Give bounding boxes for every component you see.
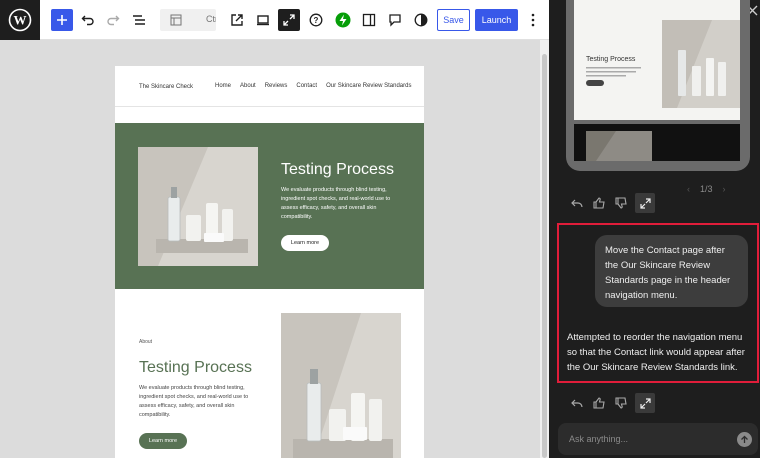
list-view-icon <box>133 15 145 25</box>
nav-item-home[interactable]: Home <box>215 83 231 89</box>
expand-button[interactable] <box>635 393 655 413</box>
fullscreen-icon <box>283 14 295 26</box>
header-navigation[interactable]: Home About Reviews Contact Our Skincare … <box>215 83 411 89</box>
chat-input[interactable]: Ask anything... <box>558 423 758 455</box>
external-link-icon <box>231 14 243 26</box>
expand-icon <box>639 397 651 409</box>
sidebar-icon <box>362 13 376 27</box>
nav-item-contact[interactable]: Contact <box>296 83 317 89</box>
about-product-image[interactable] <box>281 313 401 458</box>
hero-heading[interactable]: Testing Process <box>281 161 394 179</box>
expand-icon <box>639 197 651 209</box>
fullscreen-button[interactable] <box>278 9 300 31</box>
thumbnail-button <box>586 80 604 86</box>
template-icon <box>170 14 182 26</box>
svg-text:W: W <box>14 13 27 28</box>
thumbnail-text-lines <box>586 67 641 77</box>
svg-text:?: ? <box>314 16 319 25</box>
user-message-bubble: Move the Contact page after the Our Skin… <box>595 235 748 307</box>
assistant-message: Attempted to reorder the navigation menu… <box>567 332 745 373</box>
desktop-icon <box>257 15 269 26</box>
help-button[interactable]: ? <box>305 9 327 31</box>
view-page-button[interactable] <box>226 9 248 31</box>
reply-icon <box>571 399 583 408</box>
hero-section[interactable]: Testing Process We evaluate products thr… <box>115 123 424 289</box>
thumbnail-product-image <box>662 20 740 108</box>
thumbs-up-button[interactable] <box>591 395 607 411</box>
ai-assistant-panel: Testing Process ‹ 1/3 › Move the Contact… <box>549 0 760 458</box>
hero-paragraph[interactable]: We evaluate products through blind testi… <box>281 186 403 222</box>
thumbs-up-icon <box>593 197 605 209</box>
document-bar[interactable]: Ctr <box>160 9 216 31</box>
page-thumbnail-preview[interactable]: Testing Process <box>566 0 750 171</box>
feedback-row-bottom <box>569 393 655 413</box>
contrast-icon <box>414 13 428 27</box>
launch-button[interactable]: Launch <box>475 9 518 31</box>
retry-button[interactable] <box>569 195 585 211</box>
about-heading[interactable]: Testing Process <box>139 359 252 377</box>
comment-icon <box>389 14 401 27</box>
about-learn-more-button[interactable]: Learn more <box>139 433 187 449</box>
thumbs-down-icon <box>615 197 627 209</box>
list-view-button[interactable] <box>128 9 150 31</box>
device-preview-button[interactable] <box>252 9 274 31</box>
bolt-icon <box>335 12 351 28</box>
redo-button[interactable] <box>102 9 124 31</box>
chevron-left-icon[interactable]: ‹ <box>687 184 690 194</box>
thumbs-up-icon <box>593 397 605 409</box>
nav-item-about[interactable]: About <box>240 83 256 89</box>
chat-input-placeholder: Ask anything... <box>569 434 629 444</box>
wordpress-logo-button[interactable]: W <box>0 0 40 40</box>
nav-item-reviews[interactable]: Reviews <box>265 83 288 89</box>
help-icon: ? <box>309 13 323 27</box>
canvas-scrollbar-thumb[interactable] <box>542 54 547 458</box>
expand-button[interactable] <box>635 193 655 213</box>
more-vertical-icon <box>531 13 535 27</box>
thumbs-up-button[interactable] <box>591 195 607 211</box>
undo-button[interactable] <box>77 9 99 31</box>
add-block-button[interactable] <box>51 9 73 31</box>
jetpack-button[interactable] <box>332 9 354 31</box>
retry-button[interactable] <box>569 395 585 411</box>
hero-learn-more-button[interactable]: Learn more <box>281 235 329 251</box>
styles-button[interactable] <box>410 9 432 31</box>
nav-item-review-standards[interactable]: Our Skincare Review Standards <box>326 83 411 89</box>
options-menu-button[interactable] <box>522 9 544 31</box>
about-label[interactable]: About <box>139 339 152 345</box>
reply-icon <box>571 199 583 208</box>
thumbnail-secondary-image <box>586 131 652 161</box>
arrow-up-icon <box>741 435 748 443</box>
wordpress-icon: W <box>8 8 32 32</box>
save-button[interactable]: Save <box>437 9 470 31</box>
editor-toolbar: W Ctr ? <box>0 0 549 40</box>
thumbs-down-icon <box>615 397 627 409</box>
chevron-right-icon[interactable]: › <box>723 184 726 194</box>
send-button[interactable] <box>737 432 752 447</box>
redo-icon <box>107 15 120 26</box>
settings-sidebar-button[interactable] <box>358 9 380 31</box>
thumbs-down-button[interactable] <box>613 195 629 211</box>
site-title[interactable]: The Skincare Check <box>139 84 193 90</box>
thumbnail-title: Testing Process <box>586 56 636 63</box>
undo-icon <box>81 15 94 26</box>
thumbnail-pager: ‹ 1/3 › <box>687 184 726 194</box>
editor-canvas[interactable]: The Skincare Check Home About Reviews Co… <box>0 40 540 458</box>
feedback-row-top <box>569 193 655 213</box>
hero-product-image[interactable] <box>138 147 258 266</box>
about-paragraph[interactable]: We evaluate products through blind testi… <box>139 384 261 420</box>
thumbs-down-button[interactable] <box>613 395 629 411</box>
page-preview[interactable]: The Skincare Check Home About Reviews Co… <box>115 66 424 458</box>
document-bar-text: Ctr <box>206 14 216 24</box>
comments-button[interactable] <box>384 9 406 31</box>
highlighted-conversation: Move the Contact page after the Our Skin… <box>557 223 759 383</box>
header-divider <box>115 106 424 107</box>
editor-root: W Ctr ? <box>0 0 760 458</box>
pager-count: 1/3 <box>700 184 713 194</box>
canvas-scrollbar[interactable] <box>540 40 549 458</box>
plus-icon <box>57 15 67 25</box>
